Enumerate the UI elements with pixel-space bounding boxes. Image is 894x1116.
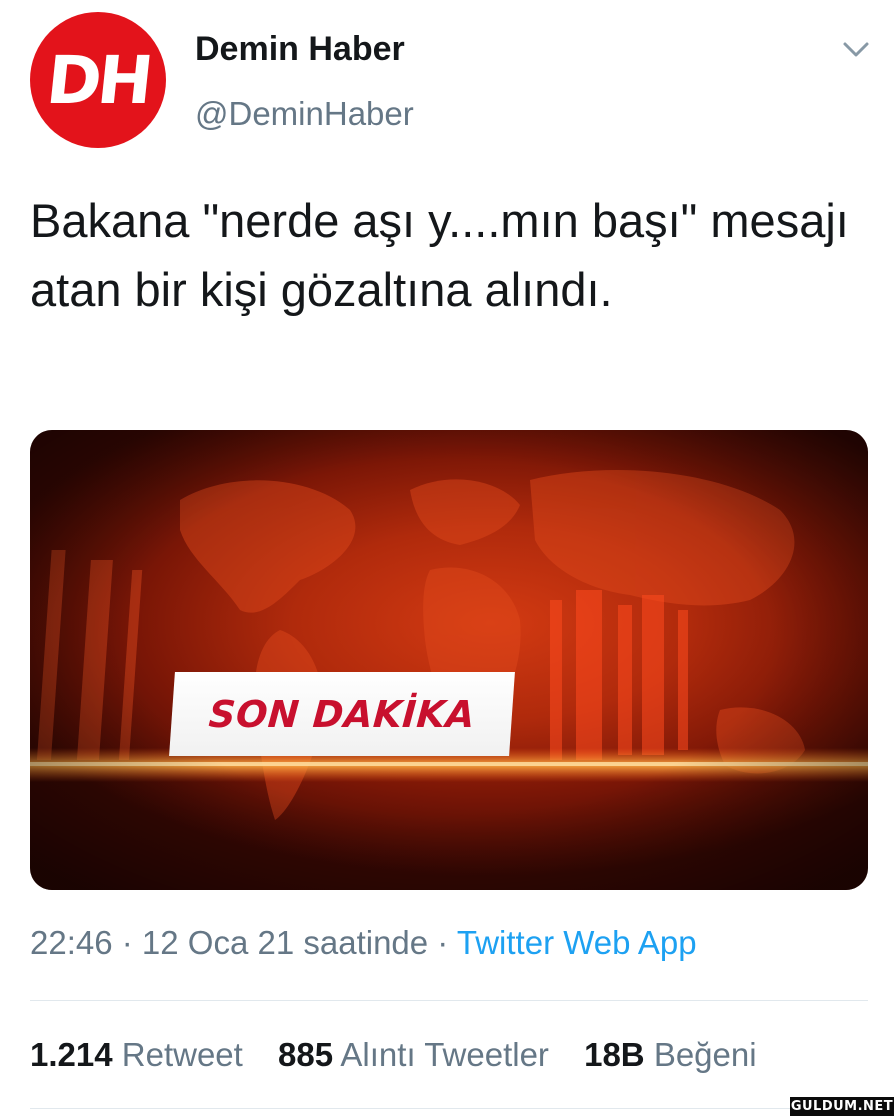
retweets-count: 1.214 xyxy=(30,1036,113,1073)
tweet-date[interactable]: 12 Oca 21 saatinde xyxy=(142,924,428,961)
likes-stat[interactable]: 18B Beğeni xyxy=(584,1036,756,1073)
quotes-count: 885 xyxy=(278,1036,334,1073)
quotes-label: Alıntı Tweetler xyxy=(340,1036,549,1073)
banner-text: SON DAKİKA xyxy=(207,692,477,736)
meta-separator: · xyxy=(428,924,457,961)
quotes-stat[interactable]: 885 Alıntı Tweetler xyxy=(278,1036,549,1073)
watermark: GULDUM.NET xyxy=(790,1097,894,1116)
user-handle[interactable]: @DeminHaber xyxy=(195,95,414,133)
breaking-news-banner: SON DAKİKA xyxy=(169,672,515,756)
chevron-down-icon[interactable] xyxy=(838,34,874,64)
avatar-logo: DH xyxy=(42,41,154,119)
tweet-metadata: 22:46 · 12 Oca 21 saatinde · Twitter Web… xyxy=(30,924,697,962)
likes-count: 18B xyxy=(584,1036,645,1073)
world-map-graphic xyxy=(30,430,868,890)
retweets-stat[interactable]: 1.214 Retweet xyxy=(30,1036,243,1073)
tweet-time[interactable]: 22:46 xyxy=(30,924,113,961)
avatar[interactable]: DH xyxy=(30,12,166,148)
divider xyxy=(30,1000,868,1001)
tweet-text: Bakana "nerde aşı y....mın başı" mesajı … xyxy=(30,194,849,316)
tweet-stats: 1.214 Retweet 885 Alıntı Tweetler 18B Be… xyxy=(30,1036,783,1074)
retweets-label: Retweet xyxy=(121,1036,243,1073)
display-name[interactable]: Demin Haber xyxy=(195,30,405,69)
meta-separator: · xyxy=(112,924,142,961)
divider xyxy=(30,1108,868,1109)
likes-label: Beğeni xyxy=(653,1036,757,1073)
tweet-media-image[interactable] xyxy=(30,430,868,890)
tweet-source-link[interactable]: Twitter Web App xyxy=(457,924,697,961)
